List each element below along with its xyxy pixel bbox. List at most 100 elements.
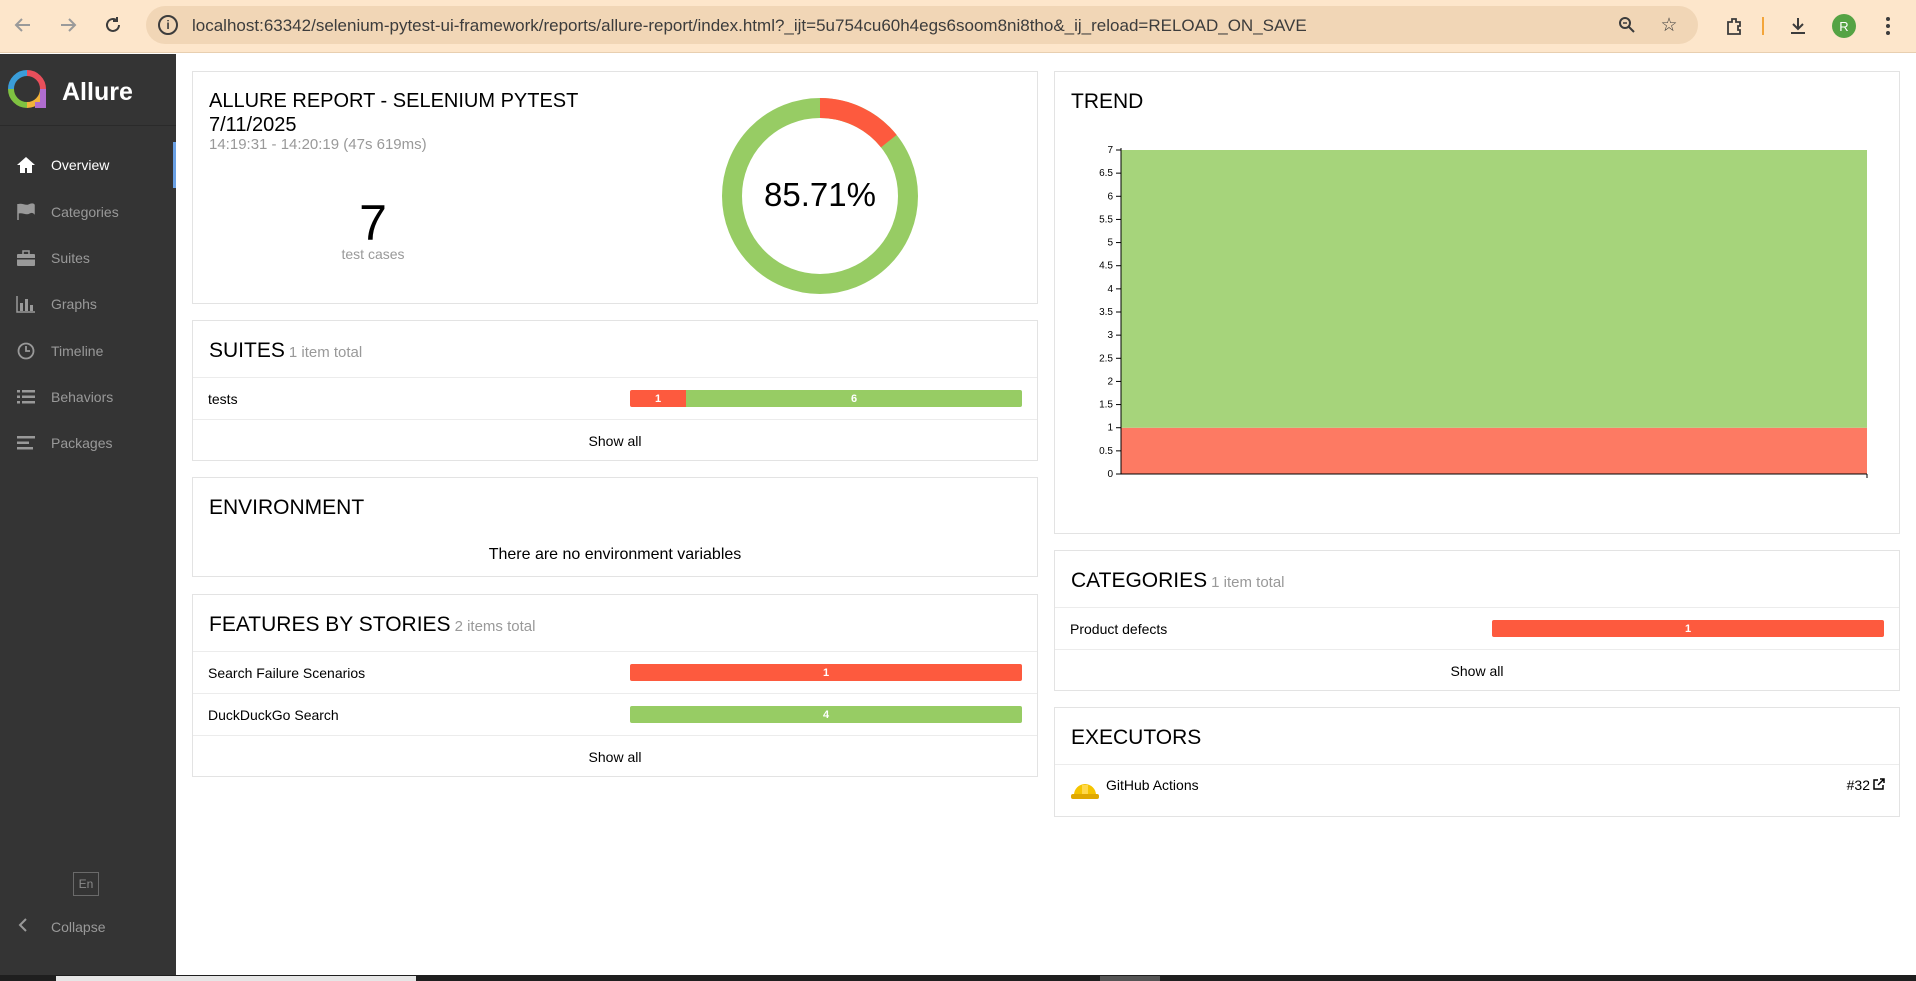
status-bar[interactable]: 1 — [1492, 620, 1884, 637]
report-time-range: 14:19:31 - 14:20:19 (47s 619ms) — [209, 136, 427, 153]
site-info-icon[interactable]: i — [158, 15, 178, 35]
category-name: Product defects — [1070, 621, 1168, 637]
language-button[interactable]: En — [73, 872, 99, 896]
brand[interactable]: Allure — [0, 54, 176, 126]
passed-segment: 6 — [686, 390, 1022, 407]
allure-logo-icon — [8, 70, 46, 108]
flag-icon — [15, 202, 37, 222]
sidebar-item-graphs[interactable]: Graphs — [0, 281, 176, 327]
y-tick-label: 3 — [1107, 330, 1113, 341]
clock-icon — [15, 341, 37, 361]
bottom-strip — [0, 975, 1916, 981]
sidebar-item-behaviors[interactable]: Behaviors — [0, 374, 176, 420]
reload-icon[interactable] — [101, 13, 125, 37]
sidebar-item-label: Timeline — [51, 343, 104, 359]
forward-arrow-icon[interactable] — [56, 13, 80, 37]
environment-widget: ENVIRONMENT There are no environment var… — [192, 477, 1038, 577]
sidebar-item-label: Overview — [51, 157, 110, 173]
build-number: #32 — [1846, 777, 1870, 793]
feature-row[interactable]: DuckDuckGo Search 4 — [193, 693, 1037, 735]
menu-dots-icon[interactable] — [1876, 12, 1900, 40]
scrollbar-thumb[interactable] — [56, 976, 416, 981]
feature-row[interactable]: Search Failure Scenarios 1 — [193, 651, 1037, 693]
home-icon — [15, 155, 37, 175]
sidebar-item-suites[interactable]: Suites — [0, 235, 176, 281]
show-all-link[interactable]: Show all — [1055, 649, 1899, 691]
widget-title: SUITES 1 item total — [209, 339, 363, 362]
y-tick-label: 6 — [1107, 191, 1113, 202]
show-all-link[interactable]: Show all — [193, 419, 1037, 461]
y-tick-label: 5.5 — [1099, 214, 1113, 225]
test-case-count: 7 — [359, 195, 387, 251]
y-tick-label: 7 — [1107, 145, 1113, 156]
extensions-icon[interactable] — [1720, 12, 1748, 40]
categories-widget: CATEGORIES 1 item total Product defects 1… — [1054, 550, 1900, 691]
profile-avatar[interactable]: R — [1830, 12, 1858, 40]
sidebar-item-timeline[interactable]: Timeline — [0, 328, 176, 374]
features-widget: FEATURES BY STORIES 2 items total Search … — [192, 594, 1038, 777]
sidebar-item-label: Behaviors — [51, 389, 114, 405]
bookmark-star-icon[interactable]: ☆ — [1658, 14, 1680, 36]
report-title: ALLURE REPORT - SELENIUM PYTEST 7/11/202… — [209, 90, 579, 136]
downloads-icon[interactable] — [1784, 12, 1812, 40]
empty-message: There are no environment variables — [488, 546, 742, 563]
sidebar: Allure Overview Categories Suites Graphs… — [0, 54, 176, 981]
y-tick-label: 4 — [1107, 284, 1113, 295]
status-bar[interactable]: 1 6 — [630, 390, 1022, 407]
scrollbar-marker — [1100, 976, 1160, 981]
align-left-icon — [15, 433, 37, 453]
widget-title: TREND — [1071, 90, 1144, 113]
summary-widget: ALLURE REPORT - SELENIUM PYTEST 7/11/202… — [192, 71, 1038, 304]
trend-area-1 — [1121, 150, 1867, 428]
brand-name: Allure — [62, 78, 133, 106]
address-bar[interactable]: i localhost:63342/selenium-pytest-ui-fra… — [146, 6, 1698, 44]
y-tick-label: 2 — [1107, 376, 1113, 387]
sidebar-item-label: Suites — [51, 250, 90, 266]
executor-name[interactable]: GitHub Actions — [1106, 777, 1199, 793]
briefcase-icon — [15, 248, 37, 268]
back-arrow-icon[interactable] — [11, 13, 35, 37]
failed-segment: 1 — [630, 390, 686, 407]
suite-row[interactable]: tests 1 6 — [193, 377, 1037, 419]
sidebar-item-label: Packages — [51, 435, 113, 451]
trend-widget: TREND 0 0.5 1 1.5 2 2.5 3 3.5 4 4.5 5 5.5 6 6.5 7 — [1054, 71, 1900, 534]
collapse-label: Collapse — [51, 919, 106, 935]
status-bar[interactable]: 4 — [630, 706, 1022, 723]
y-tick-label: 0.5 — [1099, 446, 1113, 457]
url-text[interactable]: localhost:63342/selenium-pytest-ui-frame… — [192, 16, 1307, 36]
failed-segment: 1 — [1492, 620, 1884, 637]
sidebar-item-packages[interactable]: Packages — [0, 420, 176, 466]
sidebar-item-categories[interactable]: Categories — [0, 189, 176, 235]
y-tick-label: 2.5 — [1099, 353, 1113, 364]
y-tick-label: 1.5 — [1099, 400, 1113, 411]
widget-title: FEATURES BY STORIES 2 items total — [209, 613, 536, 636]
donut-failed-segment — [819, 98, 897, 148]
status-bar[interactable]: 1 — [630, 664, 1022, 681]
executors-widget: EXECUTORS GitHub Actions #32 — [1054, 707, 1900, 817]
trend-chart: 0 0.5 1 1.5 2 2.5 3 3.5 4 4.5 5 5.5 6 6.5 7 — [1099, 145, 1868, 480]
separator — [1761, 12, 1765, 40]
collapse-button[interactable]: Collapse — [0, 908, 176, 948]
test-case-label: test cases — [341, 246, 405, 262]
bar-chart-icon — [15, 294, 37, 314]
category-row[interactable]: Product defects 1 — [1055, 607, 1899, 649]
y-tick-label: 3.5 — [1099, 307, 1113, 318]
build-link[interactable]: #32 — [1847, 777, 1885, 793]
sidebar-item-label: Graphs — [51, 296, 97, 312]
trend-area-0 — [1121, 427, 1867, 474]
sidebar-item-overview[interactable]: Overview — [0, 142, 176, 188]
show-all-link[interactable]: Show all — [193, 735, 1037, 777]
feature-name: Search Failure Scenarios — [208, 665, 366, 681]
executor-row[interactable]: GitHub Actions #32 — [1055, 764, 1899, 816]
y-tick-label: 6.5 — [1099, 168, 1113, 179]
sidebar-item-label: Categories — [51, 204, 119, 220]
suites-widget: SUITES 1 item total tests 1 6 Show all — [192, 320, 1038, 461]
widget-title: ENVIRONMENT — [209, 496, 365, 519]
success-rate: 85.71% — [764, 176, 876, 213]
browser-toolbar: i localhost:63342/selenium-pytest-ui-fra… — [0, 0, 1916, 53]
widget-title: CATEGORIES 1 item total — [1071, 569, 1285, 592]
zoom-icon[interactable] — [1616, 14, 1638, 36]
failed-segment: 1 — [630, 664, 1022, 681]
suite-name: tests — [208, 391, 238, 407]
external-link-icon — [1873, 777, 1885, 793]
